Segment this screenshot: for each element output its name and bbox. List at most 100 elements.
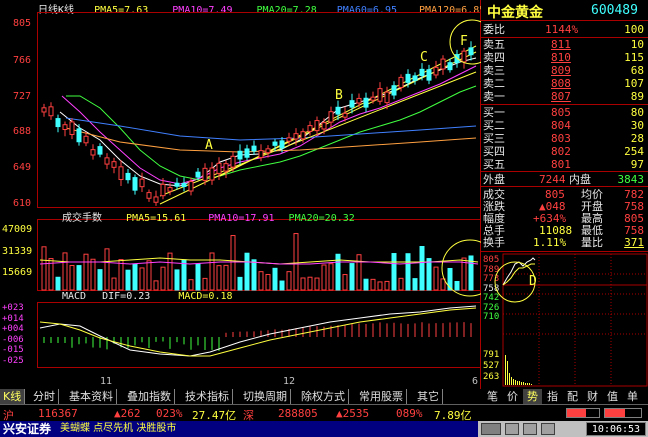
candle-body [321,122,327,130]
candle-body [377,88,383,102]
bid-row[interactable]: 买一 805 80 [481,107,648,119]
ask-row[interactable]: 卖二 808 107 [481,78,648,90]
bid-label: 买一 [483,106,505,119]
bid-row[interactable]: 买四 802 254 [481,146,648,158]
volume-bar [405,253,411,291]
volume-bar [132,263,138,291]
tab-intraday[interactable]: 分时 [30,389,59,404]
candle-body [363,97,369,108]
rtab-value[interactable]: 值 [603,389,622,404]
tab-switch-period[interactable]: 切换周期 [240,389,291,404]
ask-vol: 89 [630,90,644,103]
weibi-vol: 100 [624,23,644,36]
candle-body [76,128,82,143]
macd-dif-line [39,305,477,357]
volume-bar [62,252,68,291]
annotation-f: F [460,34,468,49]
candle-body [272,141,278,146]
volume-bar [55,276,61,291]
rtab-finance[interactable]: 财 [583,389,602,404]
ask-label: 卖四 [483,51,505,64]
candle-body [265,148,271,154]
candle-body [216,162,222,174]
stock-title-bar: 中金黄金 600489 [481,0,648,21]
tab-tech-indicator[interactable]: 技术指标 [182,389,233,404]
candle-body [468,47,474,56]
ask-vol: 68 [630,64,644,77]
mini-volume-bar [513,379,514,385]
candle-body [370,96,376,101]
candle-body [69,121,75,135]
bid-row[interactable]: 买二 804 30 [481,120,648,132]
ask-row[interactable]: 卖四 810 115 [481,52,648,64]
volume-bar [41,246,47,291]
bid-label: 买五 [483,158,505,171]
volume-bar [237,276,243,291]
huanshou-row: 换手 1.11% 量比 371 [481,237,648,249]
candle-body [426,69,432,81]
rtab-allot[interactable]: 配 [563,389,582,404]
bid-row[interactable]: 买五 801 97 [481,159,648,171]
rtab-trades[interactable]: 笔 [483,389,502,404]
ask-row[interactable]: 卖一 807 89 [481,91,648,103]
ask-row[interactable]: 卖五 811 10 [481,39,648,51]
tab-exright-mode[interactable]: 除权方式 [298,389,349,404]
bid-price: 804 [551,119,571,132]
volume-bar [125,269,131,291]
rtab-index[interactable]: 指 [543,389,562,404]
volume-bar [419,246,425,291]
tab-common-stocks[interactable]: 常用股票 [356,389,407,404]
mini-intraday-chart[interactable]: 805 789 773 758 742 726 710 791 527 263 [481,252,648,389]
kline-chart-area[interactable]: 日线K线 PMA5=7.63 PMA10=7.49 PMA20=7.28 PMA… [0,0,491,389]
candle-body [293,133,299,140]
ask-label: 卖二 [483,77,505,90]
mini-volume-bar [519,381,520,385]
bid-label: 买三 [483,132,505,145]
lock-icon[interactable] [505,423,519,435]
rtab-orders[interactable]: 单 [623,389,642,404]
annotation-b: B [335,88,343,103]
ask-vol: 10 [630,38,644,51]
candle-body [286,137,292,142]
volume-bar [90,258,96,291]
candle-body [244,148,250,158]
candle-body [335,106,341,115]
rtab-trend[interactable]: 势 [523,389,542,404]
volume-bar [104,248,110,291]
ma10-line [61,65,477,185]
ask-vol: 115 [624,51,644,64]
bid-row[interactable]: 买三 803 28 [481,133,648,145]
mini-volume-bar [505,355,506,385]
monitor-icon[interactable] [481,423,501,435]
candle-body [230,155,236,168]
volume-bar [209,252,215,291]
volume-bar [440,278,446,291]
huanshou-value: 1.11% [533,236,567,249]
ask-price: 808 [551,77,571,90]
tab-basic-info[interactable]: 基本资料 [66,389,117,404]
candle-body [307,125,313,132]
sz-strength-bar [604,408,642,418]
tab-kline[interactable]: K线 [0,389,26,404]
volume-bar [272,267,278,291]
candle-body [181,182,187,188]
candle-body [62,124,68,130]
candle-body [279,140,285,149]
sh-index: 116367 [38,407,78,420]
sound-icon[interactable] [523,423,537,435]
alert-icon[interactable] [541,423,555,435]
bottom-bar: 兴安证券 美蝴蝶 点尽先机 决胜股市 10:06:53 [0,421,648,437]
liangbi-label: 量比 [581,236,603,249]
sz-pct: 089% [396,407,423,420]
rtab-price[interactable]: 价 [503,389,522,404]
waipan-row: 外盘 7244 内盘 3843 [481,174,648,186]
volume-bar [174,269,180,291]
liangbi-value: 371 [624,236,644,249]
tab-other[interactable]: 其它 [414,389,443,404]
volume-bar [97,269,103,291]
volume-bar [279,280,285,291]
tab-overlay-index[interactable]: 叠加指数 [124,389,175,404]
ask-row[interactable]: 卖三 809 68 [481,65,648,77]
candle-body [384,91,390,104]
sz-change: ▲2535 [336,407,370,420]
